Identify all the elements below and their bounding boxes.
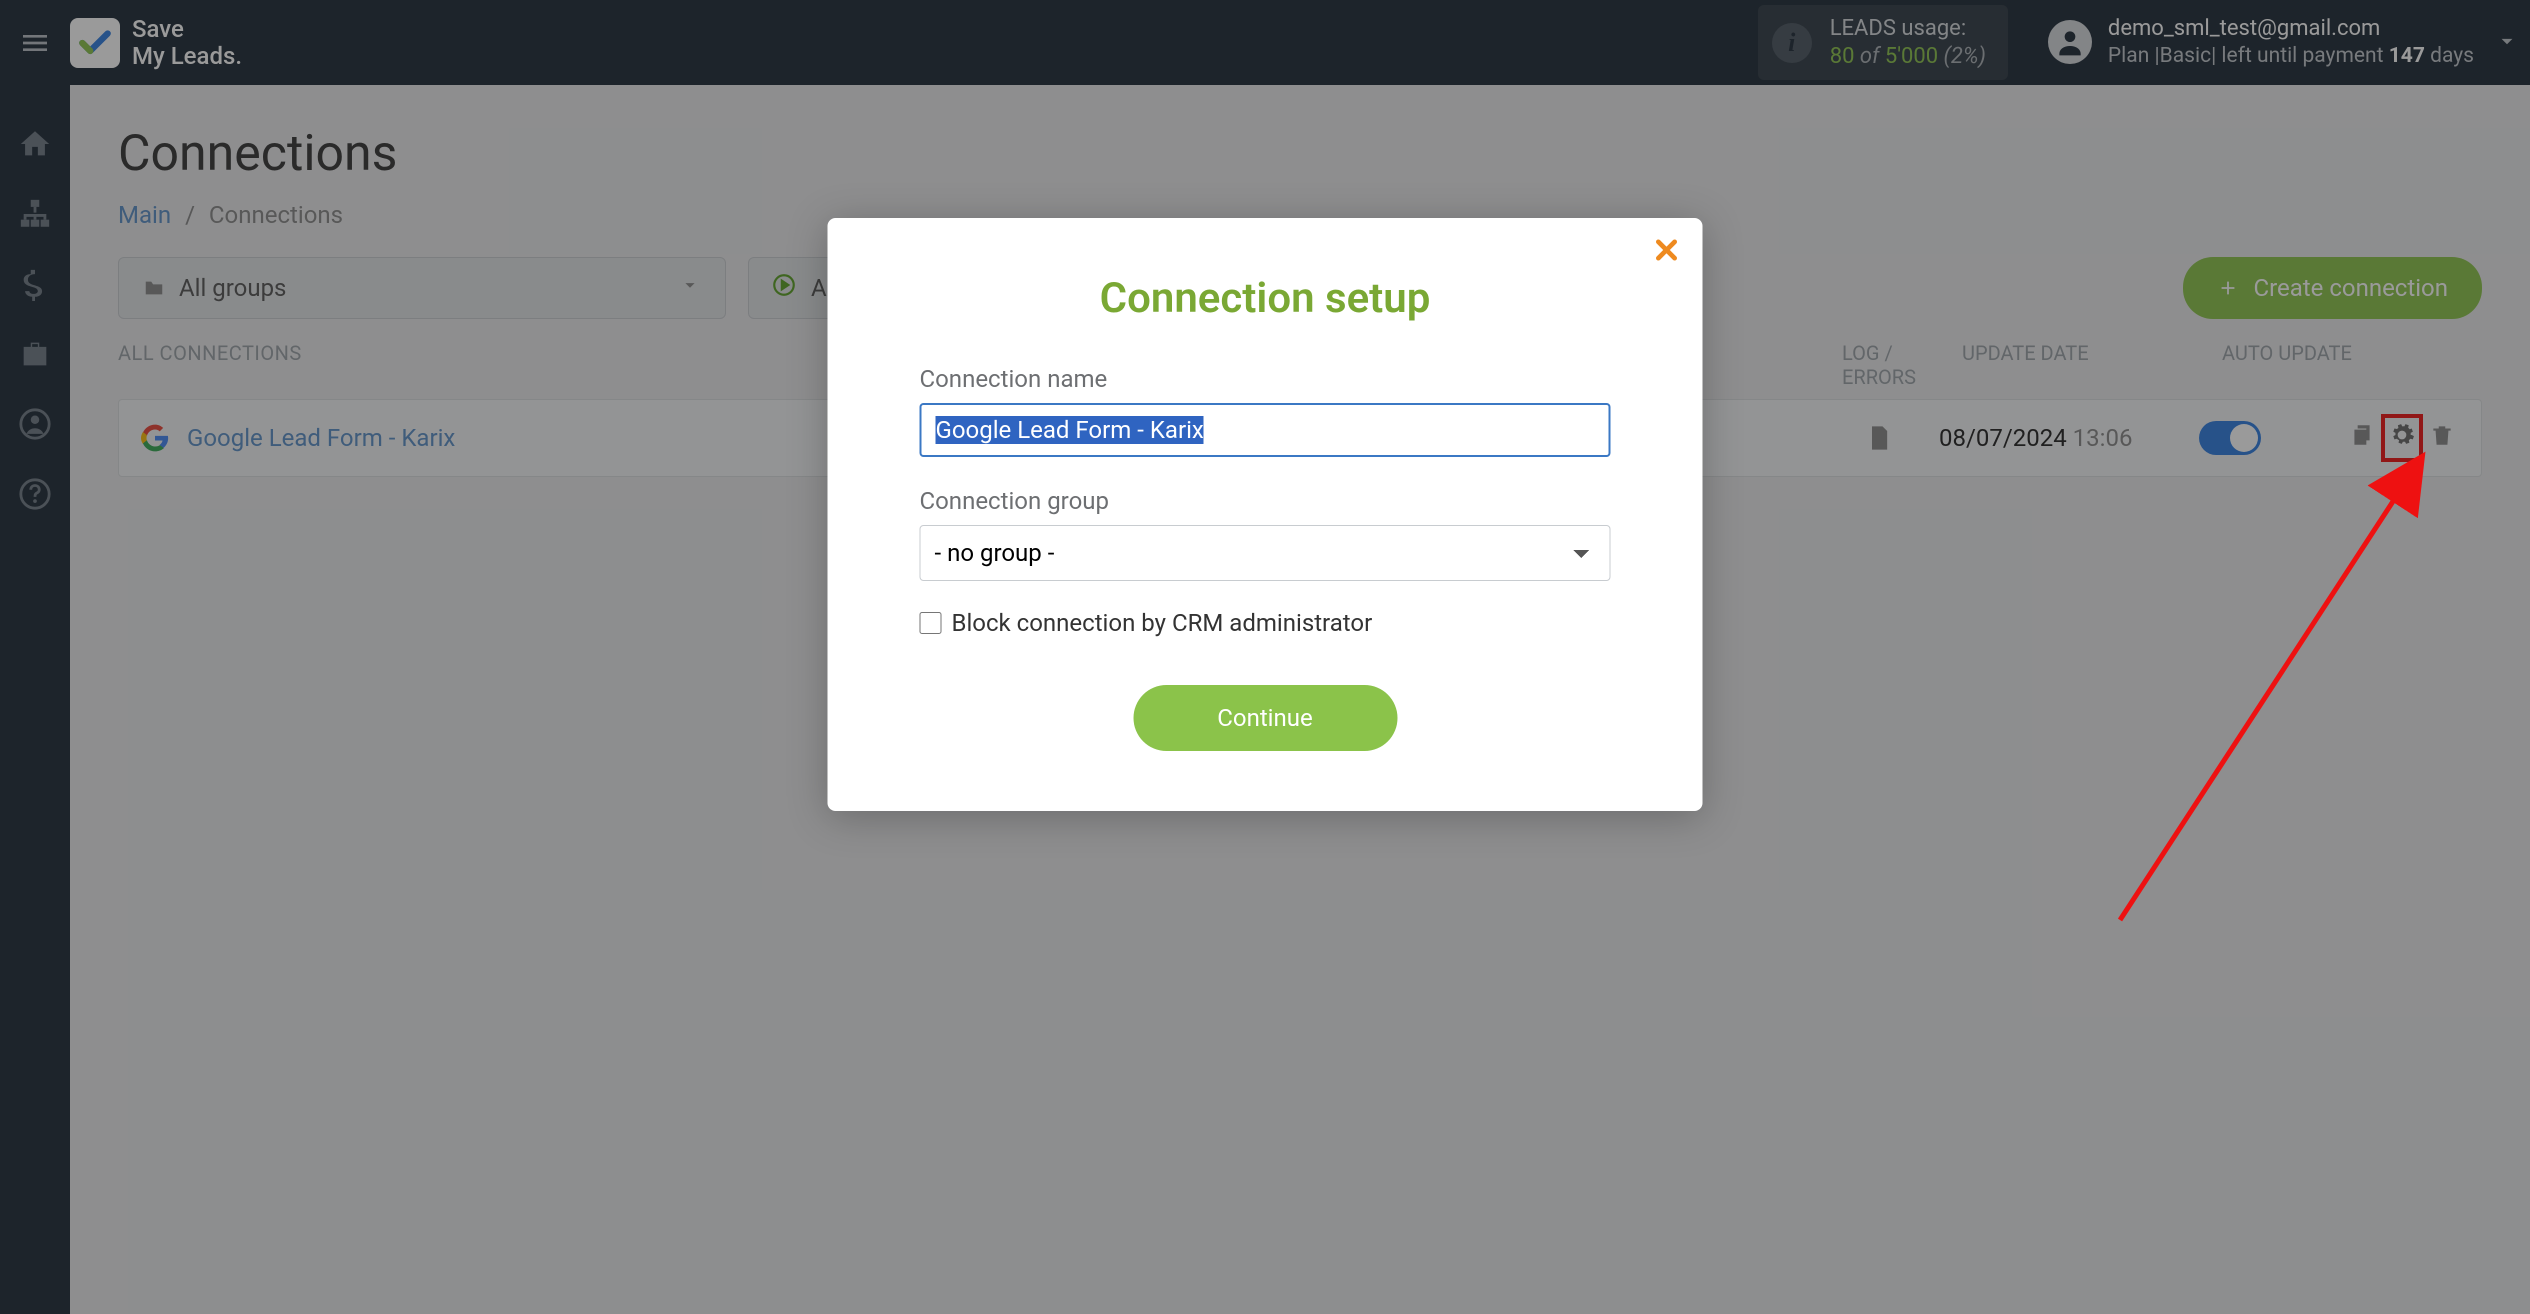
connection-name-label: Connection name bbox=[920, 365, 1611, 393]
modal-title: Connection setup bbox=[920, 274, 1611, 323]
connection-group-select[interactable]: - no group - bbox=[920, 525, 1611, 581]
block-connection-label: Block connection by CRM administrator bbox=[952, 609, 1373, 637]
continue-button[interactable]: Continue bbox=[1133, 685, 1397, 751]
close-icon bbox=[1653, 236, 1681, 264]
modal-close-button[interactable] bbox=[1653, 236, 1681, 268]
block-connection-checkbox-row[interactable]: Block connection by CRM administrator bbox=[920, 609, 1611, 637]
connection-group-label: Connection group bbox=[920, 487, 1611, 515]
block-connection-checkbox[interactable] bbox=[920, 612, 942, 634]
connection-setup-modal: Connection setup Connection name Connect… bbox=[828, 218, 1703, 811]
connection-name-input[interactable] bbox=[920, 403, 1611, 457]
